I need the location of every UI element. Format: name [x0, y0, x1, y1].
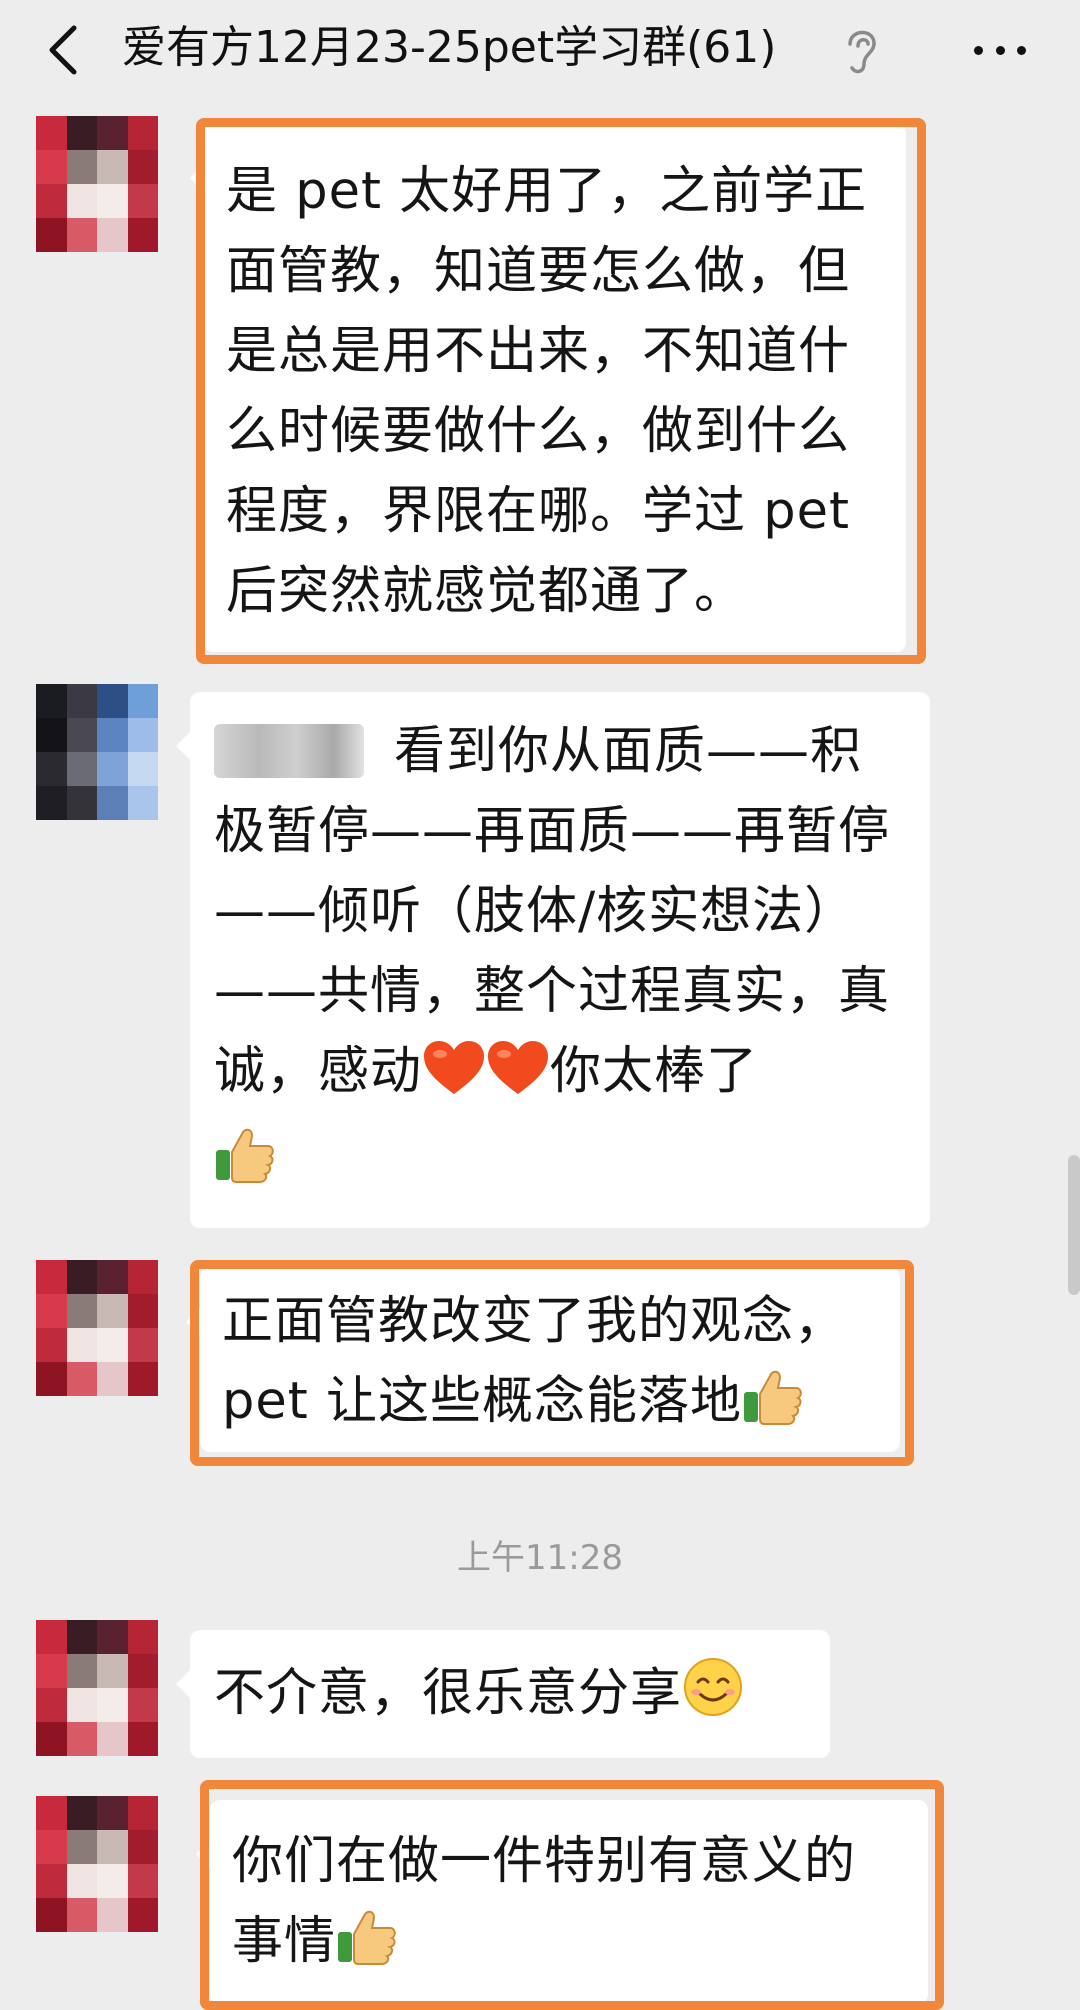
chat-header: 爱有方12月23-25pet学习群(61): [0, 0, 1080, 100]
message-text-after: 你太棒了: [550, 1042, 759, 1101]
message-text: 是 pet 太好用了，之前学正面管教，知道要怎么做，但是总是用不出来，不知道什么…: [226, 162, 868, 621]
heart-icon: [486, 1040, 550, 1120]
mention-blurred: [214, 724, 364, 778]
avatar[interactable]: [36, 1620, 158, 1756]
thumbs-up-icon: [214, 1122, 276, 1208]
message-bubble[interactable]: 看到你从面质——积极暂停——再面质——再暂停——倾听（肢体/核实想法）——共情，…: [176, 692, 930, 1228]
chevron-left-icon: [49, 25, 77, 75]
chat-area[interactable]: 是 pet 太好用了，之前学正面管教，知道要怎么做，但是总是用不出来，不知道什么…: [0, 100, 1080, 2010]
more-button[interactable]: [960, 20, 1040, 80]
message-bubble[interactable]: 正面管教改变了我的观念，pet 让这些概念能落地: [186, 1268, 900, 1452]
message-bubble[interactable]: 你们在做一件特别有意义的事情: [196, 1800, 928, 2004]
thumbs-up-icon: [336, 1904, 398, 1990]
scrollbar-thumb[interactable]: [1068, 1155, 1080, 1295]
message-bubble[interactable]: 不介意，很乐意分享: [176, 1630, 830, 1758]
message-text: 你们在做一件特别有意义的事情: [232, 1832, 857, 1971]
smiling-face-icon: [682, 1656, 744, 1742]
thumbs-up-icon: [742, 1364, 804, 1450]
heart-icon: [422, 1040, 486, 1120]
avatar[interactable]: [36, 116, 158, 252]
avatar[interactable]: [36, 684, 158, 820]
more-dots-icon: [974, 45, 983, 55]
back-button[interactable]: [38, 22, 88, 78]
message-bubble[interactable]: 是 pet 太好用了，之前学正面管教，知道要怎么做，但是总是用不出来，不知道什么…: [190, 124, 906, 652]
message-timestamp: 上午11:28: [457, 1538, 623, 1578]
message-text: 不介意，很乐意分享: [214, 1664, 683, 1723]
chat-title: 爱有方12月23-25pet学习群(61): [122, 22, 777, 73]
avatar[interactable]: [36, 1796, 158, 1932]
avatar[interactable]: [36, 1260, 158, 1396]
ear-icon: [842, 20, 882, 80]
